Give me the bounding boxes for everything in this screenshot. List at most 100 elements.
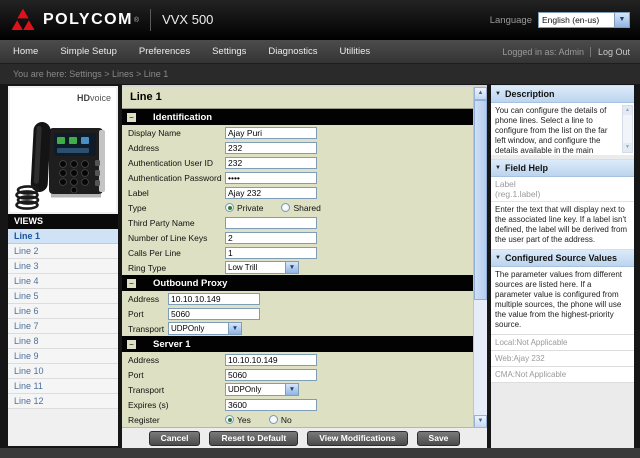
collapse-icon[interactable]: − bbox=[127, 279, 136, 288]
phone-preview-image: HDvoice bbox=[10, 88, 116, 212]
source-value-cma: CMA:Not Applicable bbox=[491, 366, 634, 382]
view-modifications-button[interactable]: View Modifications bbox=[307, 431, 407, 446]
field-row-proxy-transport: TransportUDPOnly▼ bbox=[122, 321, 474, 336]
third-party-name-input[interactable] bbox=[225, 217, 317, 229]
server-port-input[interactable] bbox=[225, 369, 317, 381]
field-row-register: RegisterYesNo bbox=[122, 412, 474, 427]
language-select-value: English (en-us) bbox=[539, 15, 614, 26]
field-help-header[interactable]: ▼ Field Help bbox=[491, 159, 634, 177]
configured-source-values-title: Configured Source Values bbox=[505, 253, 617, 263]
form-sections: −IdentificationDisplay Name Address Authen… bbox=[122, 109, 474, 428]
footer-button-bar: Cancel Reset to Default View Modificatio… bbox=[122, 427, 487, 448]
log-out-link[interactable]: Log Out bbox=[590, 47, 630, 57]
nav-item-diagnostics[interactable]: Diagnostics bbox=[268, 46, 317, 57]
field-label: Address bbox=[128, 143, 225, 153]
nav-item-simple-setup[interactable]: Simple Setup bbox=[60, 46, 117, 57]
expires-input[interactable] bbox=[225, 399, 317, 411]
auth-user-id-input[interactable] bbox=[225, 157, 317, 169]
display-name-input[interactable] bbox=[225, 127, 317, 139]
sidebar-item-line-5[interactable]: Line 5 bbox=[8, 289, 118, 304]
proxy-address-input[interactable] bbox=[168, 293, 260, 305]
dropdown-arrow-icon[interactable]: ▼ bbox=[285, 262, 298, 273]
sidebar-item-line-8[interactable]: Line 8 bbox=[8, 334, 118, 349]
radio-label: Private bbox=[237, 203, 263, 213]
language-label: Language bbox=[490, 15, 532, 26]
sidebar-item-line-4[interactable]: Line 4 bbox=[8, 274, 118, 289]
left-sidebar: HDvoice bbox=[8, 86, 118, 446]
brand-name: POLYCOM bbox=[43, 11, 133, 29]
collapse-icon[interactable]: − bbox=[127, 340, 136, 349]
address-input[interactable] bbox=[225, 142, 317, 154]
sidebar-item-line-2[interactable]: Line 2 bbox=[8, 244, 118, 259]
section-header-identification: −Identification bbox=[122, 109, 474, 125]
scrollbar-thumb[interactable] bbox=[474, 100, 487, 300]
dropdown-arrow-icon[interactable]: ▼ bbox=[228, 323, 241, 334]
nav-item-settings[interactable]: Settings bbox=[212, 46, 246, 57]
nav-item-home[interactable]: Home bbox=[13, 46, 38, 57]
field-label: Number of Line Keys bbox=[128, 233, 225, 243]
description-scrollbar[interactable]: ▲ ▼ bbox=[622, 105, 633, 153]
main-scrollbar[interactable]: ▲ ▼ bbox=[473, 87, 487, 428]
field-label: Address bbox=[128, 294, 168, 304]
sidebar-item-line-12[interactable]: Line 12 bbox=[8, 394, 118, 409]
reset-to-default-button[interactable]: Reset to Default bbox=[209, 431, 298, 446]
field-label: Authentication User ID bbox=[128, 158, 225, 168]
sidebar-item-line-7[interactable]: Line 7 bbox=[8, 319, 118, 334]
field-row-expires: Expires (s) bbox=[122, 397, 474, 412]
proxy-transport-select[interactable]: UDPOnly▼ bbox=[168, 322, 242, 335]
field-label: Transport bbox=[128, 324, 168, 334]
registered-mark: ® bbox=[134, 17, 139, 24]
dropdown-arrow-icon[interactable]: ▼ bbox=[614, 13, 629, 27]
section-identification: −IdentificationDisplay Name Address Authen… bbox=[122, 109, 474, 275]
product-model: VVX 500 bbox=[150, 9, 213, 31]
cancel-button[interactable]: Cancel bbox=[149, 431, 201, 446]
form-area: Line 1 −IdentificationDisplay NameAddres… bbox=[122, 87, 474, 428]
sidebar-item-line-9[interactable]: Line 9 bbox=[8, 349, 118, 364]
register-option-yes[interactable]: Yes bbox=[225, 415, 251, 425]
radio-icon bbox=[225, 415, 234, 424]
configured-source-values-header[interactable]: ▼ Configured Source Values bbox=[491, 249, 634, 267]
section-header-server-1: − Server 1 bbox=[122, 336, 474, 352]
dropdown-arrow-icon[interactable]: ▼ bbox=[285, 384, 298, 395]
sidebar-item-line-6[interactable]: Line 6 bbox=[8, 304, 118, 319]
scroll-down-icon[interactable]: ▼ bbox=[623, 143, 632, 152]
proxy-port-input[interactable] bbox=[168, 308, 260, 320]
nav-item-utilities[interactable]: Utilities bbox=[340, 46, 371, 57]
select-value: UDPOnly bbox=[169, 323, 228, 334]
field-row-address: Address bbox=[122, 140, 474, 155]
server-transport-select[interactable]: UDPOnly▼ bbox=[225, 383, 299, 396]
save-button[interactable]: Save bbox=[417, 431, 461, 446]
nav-item-preferences[interactable]: Preferences bbox=[139, 46, 190, 57]
section-server-1: −Server 1AddressPortTransportUDPOnly▼Exp… bbox=[122, 336, 474, 428]
calls-per-line-input[interactable] bbox=[225, 247, 317, 259]
sidebar-item-line-1[interactable]: Line 1 bbox=[8, 229, 118, 244]
sidebar-item-line-10[interactable]: Line 10 bbox=[8, 364, 118, 379]
collapse-icon[interactable]: − bbox=[127, 113, 136, 122]
section-title: Outbound Proxy bbox=[153, 278, 227, 289]
field-label: Expires (s) bbox=[128, 400, 225, 410]
sidebar-item-line-11[interactable]: Line 11 bbox=[8, 379, 118, 394]
field-help-title: Field Help bbox=[505, 163, 548, 173]
ring-type-select[interactable]: Low Trill▼ bbox=[225, 261, 299, 274]
field-help-body: Enter the text that will display next to… bbox=[491, 202, 634, 249]
register-option-no[interactable]: No bbox=[269, 415, 292, 425]
number-of-line-keys-input[interactable] bbox=[225, 232, 317, 244]
type-option-private[interactable]: Private bbox=[225, 203, 263, 213]
server-address-input[interactable] bbox=[225, 354, 317, 366]
field-row-calls-per-line: Calls Per Line bbox=[122, 245, 474, 260]
sidebar-item-line-3[interactable]: Line 3 bbox=[8, 259, 118, 274]
hdvoice-hd: HD bbox=[77, 93, 90, 103]
description-header[interactable]: ▼ Description bbox=[491, 85, 634, 103]
language-select[interactable]: English (en-us) ▼ bbox=[538, 12, 630, 28]
auth-password-input[interactable] bbox=[225, 172, 317, 184]
label-input[interactable] bbox=[225, 187, 317, 199]
source-value-web: Web:Ajay 232 bbox=[491, 350, 634, 366]
hdvoice-voice: voice bbox=[90, 93, 111, 103]
scroll-up-icon[interactable]: ▲ bbox=[623, 106, 632, 115]
scroll-up-icon[interactable]: ▲ bbox=[474, 87, 487, 100]
field-label: Authentication Password bbox=[128, 173, 225, 183]
section-title: Server 1 bbox=[153, 339, 191, 350]
type-option-shared[interactable]: Shared bbox=[281, 203, 320, 213]
field-label: Calls Per Line bbox=[128, 248, 225, 258]
field-row-display-name: Display Name bbox=[122, 125, 474, 140]
